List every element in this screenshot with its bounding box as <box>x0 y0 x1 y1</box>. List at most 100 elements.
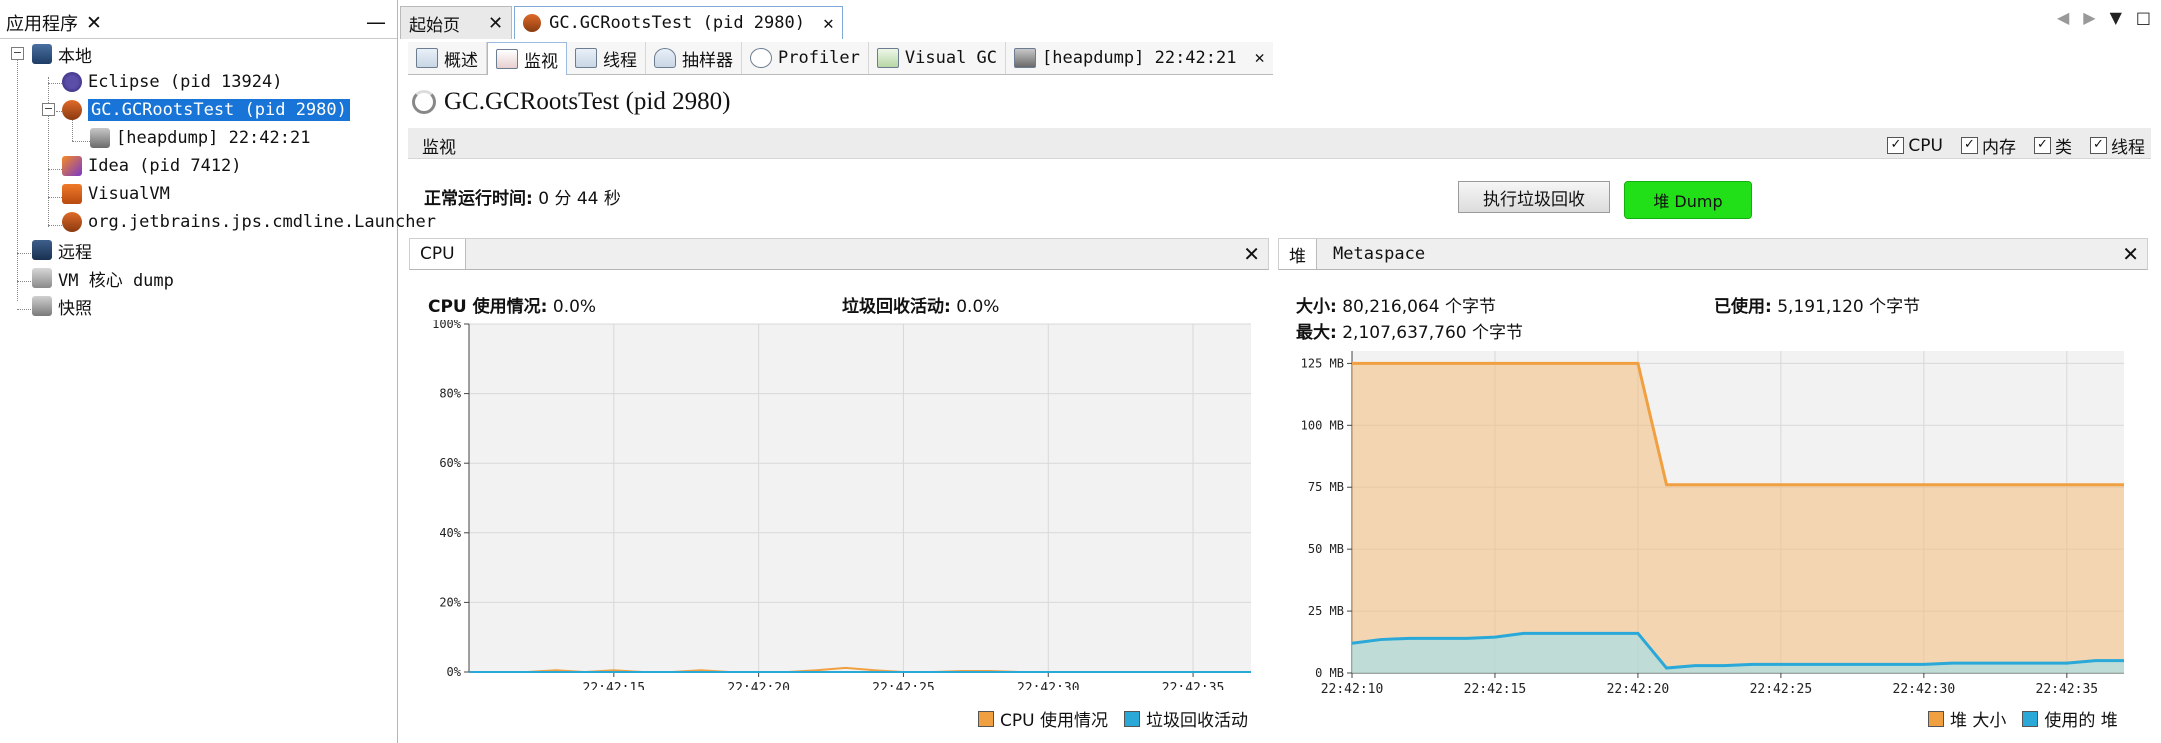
legend-label: 堆 大小 <box>1950 711 2007 731</box>
tree-connector <box>17 253 31 254</box>
tab-overview[interactable]: 概述 <box>408 42 487 74</box>
tab-list-dropdown-icon[interactable]: ▼ <box>2110 8 2122 27</box>
legend-item-gc: 垃圾回收活动 <box>1123 706 1248 731</box>
tab-threads[interactable]: 线程 <box>567 42 646 74</box>
eclipse-icon <box>62 72 82 92</box>
maximize-icon[interactable]: □ <box>2136 8 2151 27</box>
y-tick-label: 40% <box>439 526 461 540</box>
cpu-chart: 0% 20% 40% 60% 80% 100% 22:42:15 22:42:20 22:42:… <box>432 320 1251 690</box>
x-tick-label: 22:42:30 <box>1017 681 1080 690</box>
legend-swatch <box>1928 710 1944 727</box>
heap-chart: 0 MB 25 MB 50 MB 75 MB 100 MB 125 MB 22:42:10 2… <box>1301 351 2124 695</box>
tab-label: GC.GCRootsTest (pid 2980) <box>549 13 805 33</box>
computer-icon <box>32 44 52 64</box>
tree-node-label: Eclipse (pid 13924) <box>88 72 283 92</box>
stat-label: 大小: <box>1296 297 1337 317</box>
close-icon[interactable]: ✕ <box>1254 48 1264 68</box>
tree-node-visualvm[interactable]: VisualVM <box>62 181 170 207</box>
legend-swatch <box>978 710 994 727</box>
scroll-right-icon[interactable]: ▶ <box>2083 8 2095 27</box>
checkbox-icon: ✓ <box>1961 137 1978 154</box>
tab-label: Metaspace <box>1333 244 1426 264</box>
tab-gcroots[interactable]: GC.GCRootsTest (pid 2980) ✕ <box>514 6 843 39</box>
cpu-legend: CPU 使用情况 垃圾回收活动 <box>978 706 1248 731</box>
idea-icon <box>62 156 82 176</box>
memory-checkbox[interactable]: ✓ 内存 <box>1961 133 2016 158</box>
close-icon[interactable]: ✕ <box>1243 242 1260 266</box>
tree-connector <box>48 83 62 84</box>
applications-tab[interactable]: 应用程序 ✕ <box>6 8 102 38</box>
close-icon[interactable]: ✕ <box>823 13 834 34</box>
tab-cpu[interactable]: CPU <box>410 239 466 269</box>
tab-visual-gc[interactable]: Visual GC <box>868 42 1007 74</box>
x-tick-label: 22:42:15 <box>583 681 646 690</box>
monitor-header: 监视 ✓ CPU ✓ 内存 ✓ 类 ✓ 线程 <box>408 128 2151 159</box>
stat-label: 已使用: <box>1714 297 1772 317</box>
y-tick-label: 80% <box>439 387 461 401</box>
tab-heap[interactable]: 堆 <box>1279 239 1317 269</box>
tree-node-local[interactable]: 本地 <box>32 41 92 67</box>
stat-value: 2,107,637,760 个字节 <box>1342 323 1523 343</box>
heap-used-stat: 已使用: 5,191,120 个字节 <box>1714 292 1920 317</box>
heap-dump-button[interactable]: 堆 Dump <box>1624 181 1752 219</box>
view-tabs: 概述 监视 线程 抽样器 Profiler Visual GC [heapdum… <box>408 42 1273 75</box>
y-tick-label: 100% <box>432 320 462 331</box>
scroll-left-icon[interactable]: ◀ <box>2057 8 2069 27</box>
cpu-panel-header: CPU ✕ <box>409 238 1269 270</box>
monitor-icon <box>496 49 518 69</box>
tree-node-coredump[interactable]: VM 核心 dump <box>32 265 174 291</box>
classes-checkbox[interactable]: ✓ 类 <box>2034 133 2072 158</box>
tab-label: Profiler <box>778 48 860 68</box>
x-tick-label: 22:42:25 <box>872 681 935 690</box>
collapse-toggle-gcroots[interactable]: − <box>42 103 55 116</box>
tree-connector <box>72 141 90 142</box>
tab-label: 线程 <box>603 50 637 71</box>
tab-metaspace[interactable]: Metaspace <box>1323 239 1435 269</box>
close-icon[interactable]: ✕ <box>2122 242 2139 266</box>
y-tick-label: 75 MB <box>1308 480 1344 494</box>
close-icon[interactable]: ✕ <box>488 13 503 34</box>
legend-item-used-heap: 使用的 堆 <box>2022 706 2118 731</box>
close-icon[interactable]: ✕ <box>86 12 102 34</box>
heap-legend: 堆 大小 使用的 堆 <box>1928 706 2118 731</box>
tree-node-eclipse[interactable]: Eclipse (pid 13924) <box>62 69 282 95</box>
visualvm-icon <box>62 184 82 204</box>
cpu-checkbox[interactable]: ✓ CPU <box>1887 133 1943 158</box>
minimize-icon[interactable]: — <box>366 10 386 34</box>
uptime: 正常运行时间: 0 分 44 秒 <box>424 184 621 209</box>
tab-profiler[interactable]: Profiler <box>742 42 869 74</box>
tab-heapdump[interactable]: [heapdump] 22:42:21 ✕ <box>1006 42 1273 74</box>
tab-label: 起始页 <box>409 15 460 36</box>
legend-label: 使用的 堆 <box>2044 711 2118 731</box>
tree-node-snapshots[interactable]: 快照 <box>32 293 92 319</box>
legend-swatch <box>2022 710 2039 727</box>
tab-sampler[interactable]: 抽样器 <box>646 42 742 74</box>
threads-checkbox[interactable]: ✓ 线程 <box>2090 133 2145 158</box>
tree-node-heapdump[interactable]: [heapdump] 22:42:21 <box>90 125 310 151</box>
tree-node-remote[interactable]: 远程 <box>32 237 92 263</box>
stat-label: 最大: <box>1296 323 1337 343</box>
heapdump-icon <box>90 128 110 148</box>
monitor-toggles: ✓ CPU ✓ 内存 ✓ 类 ✓ 线程 <box>1887 133 2145 158</box>
legend-item-heap-size: 堆 大小 <box>1928 706 2006 731</box>
stat-value: 0.0% <box>552 297 597 317</box>
tree-node-gcroots[interactable]: GC.GCRootsTest (pid 2980) <box>62 97 350 123</box>
tab-start-page[interactable]: 起始页 ✕ <box>400 6 513 39</box>
gc-activity-stat: 垃圾回收活动: 0.0% <box>842 292 999 317</box>
x-tick-label: 22:42:35 <box>2036 682 2099 695</box>
tree-node-idea[interactable]: Idea (pid 7412) <box>62 153 242 179</box>
application-tree: − 本地 Eclipse (pid 13924) − GC.GCRootsTes… <box>0 38 436 743</box>
tab-label: 概述 <box>444 50 478 71</box>
monitor-label: 监视 <box>422 138 456 158</box>
stat-label: 垃圾回收活动: <box>842 297 951 317</box>
x-tick-label: 22:42:20 <box>727 681 790 690</box>
collapse-toggle-local[interactable]: − <box>11 47 24 60</box>
checkbox-label: 类 <box>2055 138 2072 158</box>
tree-node-launcher[interactable]: org.jetbrains.jps.cmdline.Launcher <box>62 209 436 235</box>
x-tick-label: 22:42:20 <box>1607 682 1670 695</box>
tree-node-label: VisualVM <box>88 184 170 204</box>
perform-gc-button[interactable]: 执行垃圾回收 <box>1458 181 1610 213</box>
tab-monitor[interactable]: 监视 <box>487 42 567 75</box>
overview-icon <box>416 48 438 68</box>
legend-label: 垃圾回收活动 <box>1145 711 1248 731</box>
